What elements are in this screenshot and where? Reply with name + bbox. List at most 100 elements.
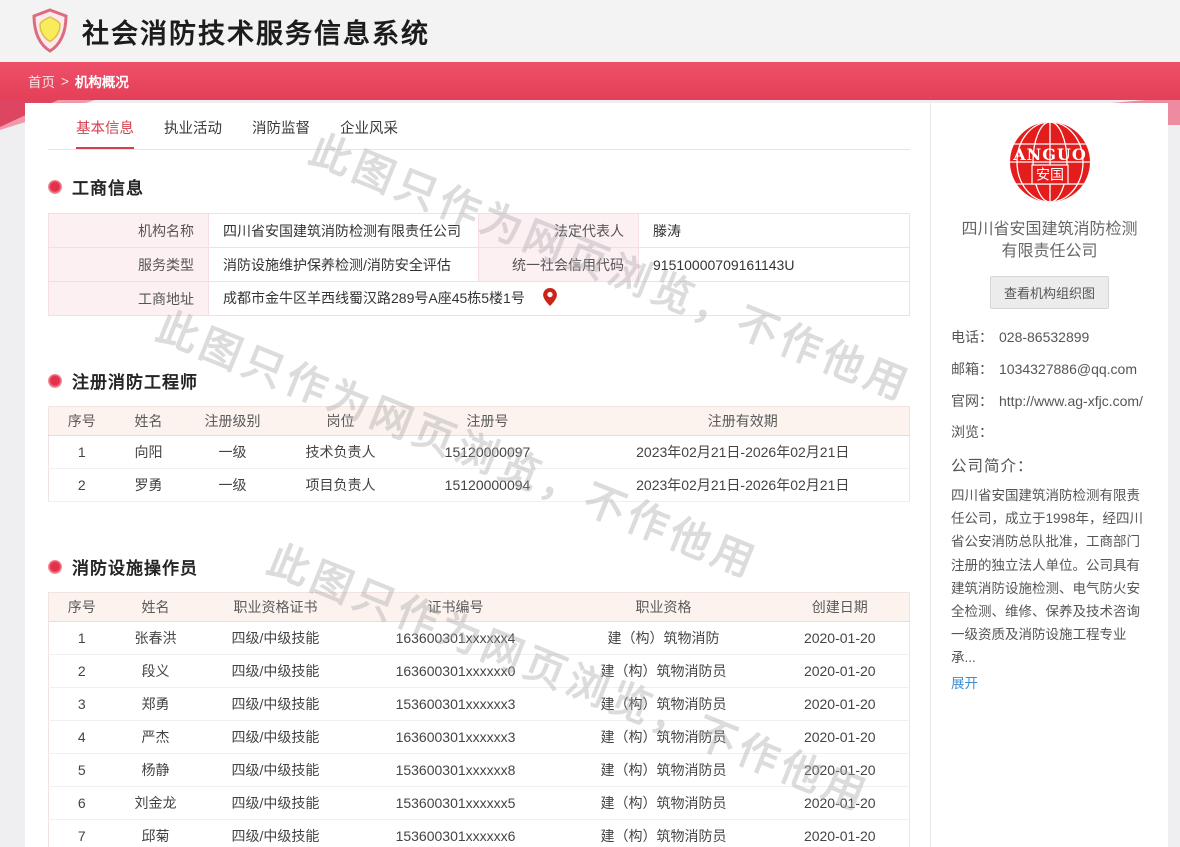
breadcrumb-current: 机构概况 xyxy=(75,71,129,91)
col-header-cert-no: 证书编号 xyxy=(355,593,557,622)
red-bullet-icon xyxy=(48,374,62,388)
col-header-cert: 职业资格证书 xyxy=(197,593,355,622)
cell: 4 xyxy=(49,721,115,754)
cell: 163600301xxxxxx3 xyxy=(355,721,557,754)
contact-views: 浏览： xyxy=(951,422,1148,444)
breadcrumb: 首页 > 机构概况 xyxy=(0,62,1180,100)
cell: 段义 xyxy=(115,655,197,688)
section-title-business-info: 工商信息 xyxy=(48,174,910,199)
cell: 15120000097 xyxy=(399,436,577,469)
cell: 四级/中级技能 xyxy=(197,622,355,655)
tab-bar: 基本信息 执业活动 消防监督 企业风采 xyxy=(48,103,910,150)
cell: 四级/中级技能 xyxy=(197,820,355,847)
cell: 2020-01-20 xyxy=(771,754,910,787)
tab-company-showcase[interactable]: 企业风采 xyxy=(340,117,398,149)
logo-text-cn: 安国 xyxy=(1036,167,1064,183)
table-row: 机构名称 四川省安国建筑消防检测有限责任公司 法定代表人 滕涛 xyxy=(49,214,910,248)
red-bullet-icon xyxy=(48,180,62,194)
table-row: 2 罗勇 一级 项目负责人 15120000094 2023年02月21日-20… xyxy=(49,469,910,502)
table-row: 4 严杰 四级/中级技能 163600301xxxxxx3 建（构）筑物消防员 … xyxy=(49,721,910,754)
expand-link[interactable]: 展开 xyxy=(951,672,978,692)
cell: 3 xyxy=(49,688,115,721)
contact-list: 电话： 028-86532899 邮箱： 1034327886@qq.com 官… xyxy=(951,327,1148,444)
cell: 项目负责人 xyxy=(283,469,399,502)
cell: 153600301xxxxxx5 xyxy=(355,787,557,820)
cell: 2020-01-20 xyxy=(771,787,910,820)
cell: 建（构）筑物消防员 xyxy=(557,820,771,847)
engineers-table: 序号 姓名 注册级别 岗位 注册号 注册有效期 1 向阳 一级 技术负责人 15… xyxy=(48,406,910,502)
org-name-value: 四川省安国建筑消防检测有限责任公司 xyxy=(209,214,479,248)
col-header-name: 姓名 xyxy=(115,407,183,436)
cell: 2023年02月21日-2026年02月21日 xyxy=(577,436,910,469)
col-header-qualification: 职业资格 xyxy=(557,593,771,622)
cell: 6 xyxy=(49,787,115,820)
main-column: 基本信息 执业活动 消防监督 企业风采 工商信息 机构名称 四川省安国建筑消防检… xyxy=(25,103,930,847)
tab-fire-supervision[interactable]: 消防监督 xyxy=(252,117,310,149)
cell: 2020-01-20 xyxy=(771,655,910,688)
cell: 建（构）筑物消防员 xyxy=(557,787,771,820)
cell: 刘金龙 xyxy=(115,787,197,820)
table-row: 7 邱菊 四级/中级技能 153600301xxxxxx6 建（构）筑物消防员 … xyxy=(49,820,910,847)
phone-label: 电话： xyxy=(951,327,999,349)
table-row: 服务类型 消防设施维护保养检测/消防安全评估 统一社会信用代码 91510000… xyxy=(49,248,910,282)
top-header: 社会消防技术服务信息系统 xyxy=(0,0,1180,62)
views-label: 浏览： xyxy=(951,422,999,444)
cell: 建（构）筑物消防员 xyxy=(557,754,771,787)
cell: 2 xyxy=(49,469,115,502)
breadcrumb-home-link[interactable]: 首页 xyxy=(28,71,55,91)
cell: 153600301xxxxxx3 xyxy=(355,688,557,721)
company-profile-title: 公司简介： xyxy=(951,454,1148,476)
table-row: 3 郑勇 四级/中级技能 153600301xxxxxx3 建（构）筑物消防员 … xyxy=(49,688,910,721)
cell: 四级/中级技能 xyxy=(197,688,355,721)
org-name-label: 机构名称 xyxy=(49,214,209,248)
cell: 2020-01-20 xyxy=(771,622,910,655)
cell: 严杰 xyxy=(115,721,197,754)
address-value: 成都市金牛区羊西线蜀汉路289号A座45栋5楼1号 xyxy=(223,290,525,306)
contact-email: 邮箱： 1034327886@qq.com xyxy=(951,359,1148,381)
cell: 1 xyxy=(49,622,115,655)
cell: 郑勇 xyxy=(115,688,197,721)
table-row: 5 杨静 四级/中级技能 153600301xxxxxx8 建（构）筑物消防员 … xyxy=(49,754,910,787)
table-header-row: 序号 姓名 注册级别 岗位 注册号 注册有效期 xyxy=(49,407,910,436)
cell: 7 xyxy=(49,820,115,847)
map-pin-icon[interactable] xyxy=(543,288,557,309)
service-type-label: 服务类型 xyxy=(49,248,209,282)
service-type-value: 消防设施维护保养检测/消防安全评估 xyxy=(209,248,479,282)
address-label: 工商地址 xyxy=(49,282,209,316)
col-header-create-date: 创建日期 xyxy=(771,593,910,622)
table-row: 6 刘金龙 四级/中级技能 153600301xxxxxx5 建（构）筑物消防员… xyxy=(49,787,910,820)
operators-table: 序号 姓名 职业资格证书 证书编号 职业资格 创建日期 1 张春洪 四级/中级技… xyxy=(48,592,910,847)
cell: 2023年02月21日-2026年02月21日 xyxy=(577,469,910,502)
tab-basic-info[interactable]: 基本信息 xyxy=(76,117,134,149)
cell: 向阳 xyxy=(115,436,183,469)
table-row: 1 向阳 一级 技术负责人 15120000097 2023年02月21日-20… xyxy=(49,436,910,469)
table-header-row: 序号 姓名 职业资格证书 证书编号 职业资格 创建日期 xyxy=(49,593,910,622)
breadcrumb-separator: > xyxy=(61,74,69,89)
cell: 2020-01-20 xyxy=(771,820,910,847)
cell: 15120000094 xyxy=(399,469,577,502)
cell: 四级/中级技能 xyxy=(197,655,355,688)
col-header-valid-period: 注册有效期 xyxy=(577,407,910,436)
cell: 张春洪 xyxy=(115,622,197,655)
section-title-operators: 消防设施操作员 xyxy=(48,554,910,579)
cell: 建（构）筑物消防 xyxy=(557,622,771,655)
email-label: 邮箱： xyxy=(951,359,999,381)
tab-practice-activity[interactable]: 执业活动 xyxy=(164,117,222,149)
email-value: 1034327886@qq.com xyxy=(999,359,1148,381)
company-name-line2: 有限责任公司 xyxy=(951,241,1148,263)
table-row: 工商地址 成都市金牛区羊西线蜀汉路289号A座45栋5楼1号 xyxy=(49,282,910,316)
cell: 2020-01-20 xyxy=(771,721,910,754)
cell: 罗勇 xyxy=(115,469,183,502)
contact-phone: 电话： 028-86532899 xyxy=(951,327,1148,349)
cell: 四级/中级技能 xyxy=(197,754,355,787)
cell: 一级 xyxy=(183,469,283,502)
cell: 建（构）筑物消防员 xyxy=(557,688,771,721)
contact-website: 官网： http://www.ag-xfjc.com/ xyxy=(951,391,1148,413)
cell: 邱菊 xyxy=(115,820,197,847)
cell: 四级/中级技能 xyxy=(197,787,355,820)
view-org-chart-button[interactable]: 查看机构组织图 xyxy=(990,276,1109,309)
legal-rep-value: 滕涛 xyxy=(639,214,910,248)
cell: 四级/中级技能 xyxy=(197,721,355,754)
company-logo-anguo-icon: ANGUO 安国 xyxy=(1009,121,1091,203)
col-header-position: 岗位 xyxy=(283,407,399,436)
